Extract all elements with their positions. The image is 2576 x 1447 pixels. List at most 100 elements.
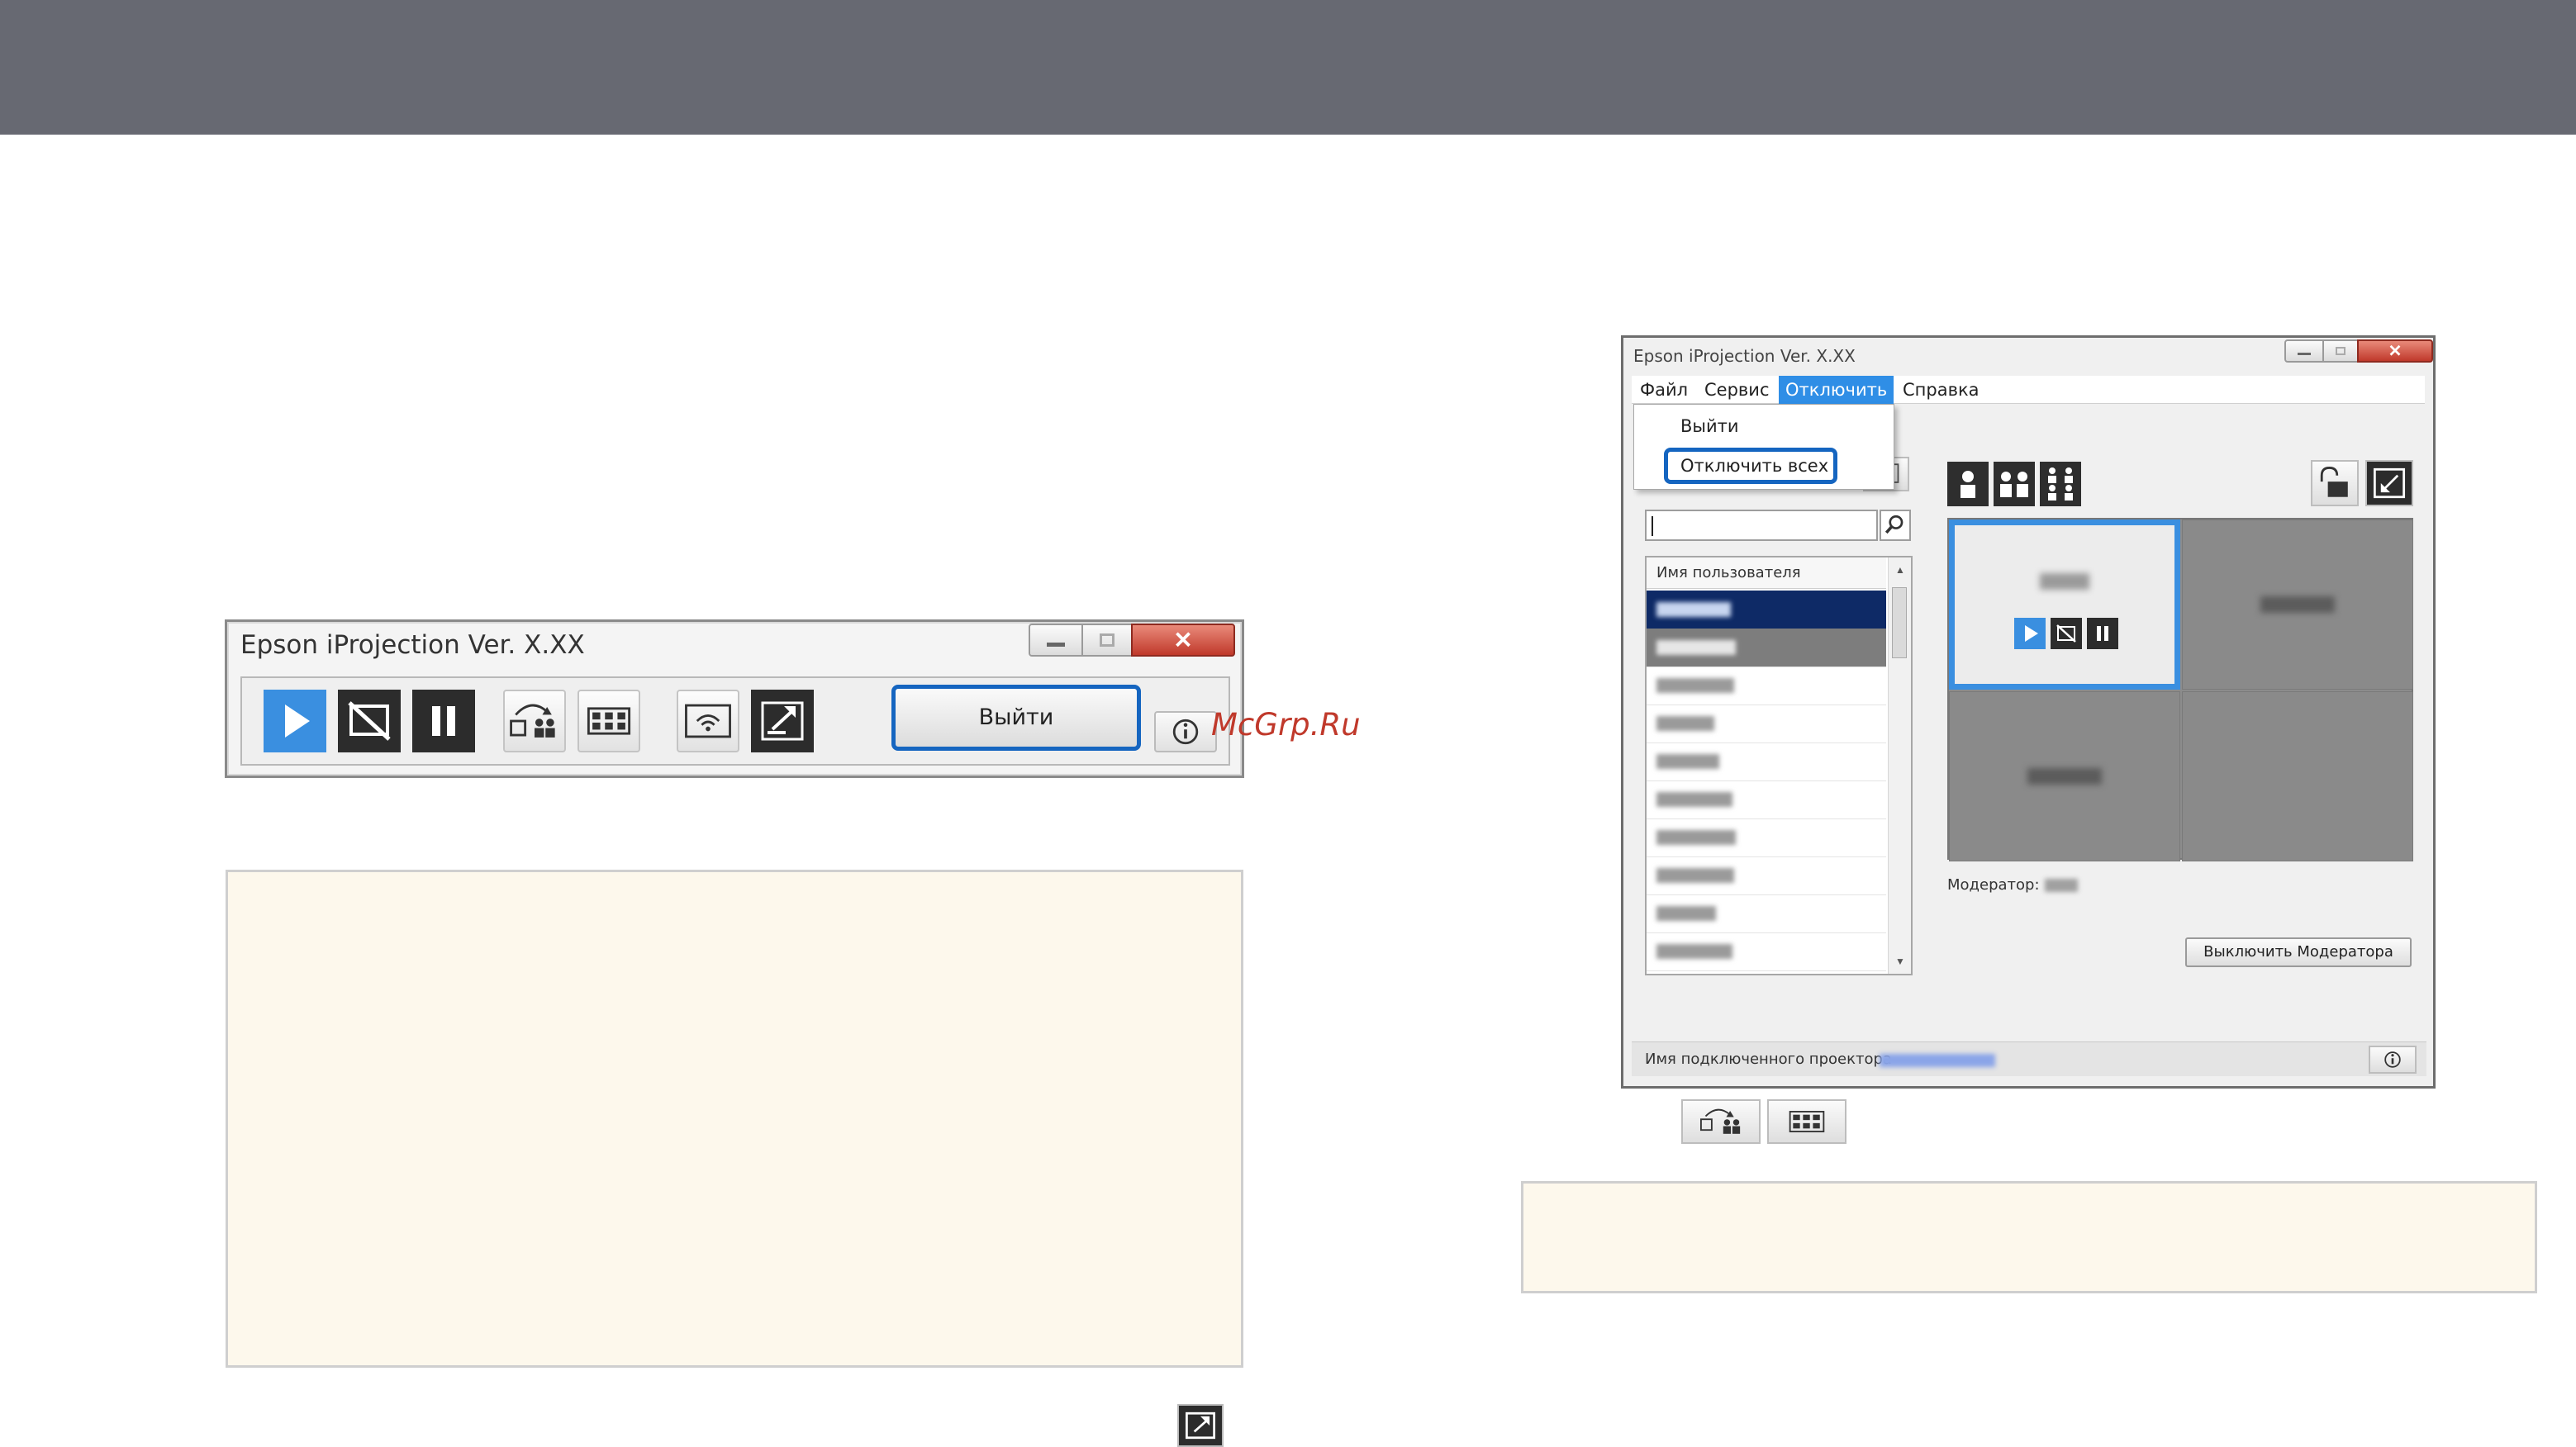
maximize-button[interactable] — [2322, 339, 2359, 363]
unlock-icon — [2320, 467, 2348, 497]
play-icon — [285, 705, 310, 738]
window-title: Epson iProjection Ver. X.XX — [1633, 346, 1856, 366]
expand-window-icon — [761, 701, 804, 741]
page-header-band — [0, 0, 2576, 135]
play-icon — [2025, 625, 2038, 642]
close-icon: ✕ — [1173, 627, 1193, 653]
switch-presenter-button[interactable] — [1681, 1099, 1761, 1144]
collapse-window-icon — [2373, 467, 2406, 499]
close-button[interactable]: ✕ — [1131, 624, 1235, 657]
info-icon — [1172, 719, 1199, 745]
status-bar: Имя подключенного проектора — [1632, 1041, 2426, 1076]
presenter-switch-icon — [510, 704, 555, 738]
thumbnail-view-button[interactable] — [1767, 1099, 1846, 1144]
switch-presenter-button[interactable] — [503, 690, 566, 752]
close-button[interactable]: ✕ — [2357, 339, 2433, 363]
projector-name-link[interactable] — [1880, 1054, 1995, 1067]
user-panel: Имя пользователя ▲ ▼ — [1645, 453, 1913, 1144]
switch-window-icon — [1177, 1404, 1224, 1447]
pause-button[interactable] — [412, 690, 475, 752]
toolbar: Выйти — [240, 676, 1230, 766]
projection-cell-2[interactable] — [2182, 519, 2413, 690]
note-box — [226, 870, 1243, 1368]
menu-file[interactable]: Файл — [1633, 376, 1694, 404]
info-button[interactable] — [1154, 711, 1217, 752]
pause-icon — [432, 706, 455, 736]
switch-window-button[interactable] — [751, 690, 814, 752]
projection-panel: Модератор: Выключить Модератора — [1947, 453, 2418, 982]
pause-icon — [2097, 626, 2108, 641]
presenter-switch-icon — [1700, 1108, 1741, 1134]
grid-icon — [587, 707, 631, 735]
play-button[interactable] — [264, 690, 326, 752]
list-item[interactable] — [1647, 856, 1886, 895]
minimize-icon — [1047, 643, 1065, 647]
window-title: Epson iProjection Ver. X.XX — [240, 630, 585, 660]
note-box-2 — [1521, 1181, 2537, 1293]
projection-cell-4[interactable] — [2182, 691, 2413, 861]
list-item[interactable] — [1647, 591, 1886, 629]
thumbnail-view-button[interactable] — [577, 690, 640, 752]
iprojection-toolbar-window: Epson iProjection Ver. X.XX ✕ Выйти — [225, 619, 1244, 778]
list-item[interactable] — [1647, 780, 1886, 819]
list-item[interactable] — [1647, 667, 1886, 705]
two-users-icon — [2000, 472, 2028, 497]
maximize-icon — [1100, 633, 1115, 647]
menu-item-disconnect-all[interactable]: Отключить всех — [1680, 456, 1828, 476]
moderator-name — [2044, 879, 2078, 892]
menu-help[interactable]: Справка — [1896, 376, 1986, 404]
lock-button[interactable] — [2311, 460, 2359, 506]
list-item[interactable] — [1647, 818, 1886, 857]
exit-button[interactable]: Выйти — [891, 685, 1141, 751]
switch-window-button[interactable] — [2365, 460, 2413, 506]
disable-moderator-button[interactable]: Выключить Модератора — [2185, 937, 2412, 967]
moderator-info: Модератор: — [1947, 876, 2078, 894]
user-name — [2260, 596, 2335, 613]
grid-icon — [1789, 1111, 1825, 1132]
search-icon — [1884, 515, 1903, 534]
minimize-button[interactable] — [1029, 624, 1083, 657]
no-display-icon — [348, 701, 391, 741]
projection-cell-1[interactable] — [1949, 519, 2180, 690]
menu-disconnect[interactable]: Отключить — [1779, 376, 1894, 404]
list-column-header: Имя пользователя — [1647, 557, 1886, 589]
maximize-button[interactable] — [1081, 624, 1133, 657]
list-item[interactable] — [1647, 742, 1886, 781]
pause-button[interactable] — [2087, 618, 2118, 649]
cell-controls — [2014, 618, 2122, 651]
search-button[interactable] — [1880, 510, 1911, 541]
stop-button[interactable] — [2051, 618, 2082, 649]
menu-service[interactable]: Сервис — [1698, 376, 1775, 404]
wireless-projector-icon — [685, 704, 731, 738]
user-list: Имя пользователя ▲ ▼ — [1645, 556, 1913, 975]
disconnect-dropdown-menu: Выйти Отключить всех — [1633, 404, 1894, 490]
minimize-button[interactable] — [2284, 339, 2324, 363]
single-user-icon — [1961, 471, 1975, 498]
scroll-up-icon: ▲ — [1895, 564, 1905, 576]
stop-button[interactable] — [338, 690, 401, 752]
search-input[interactable] — [1645, 510, 1878, 541]
projection-grid — [1947, 518, 2413, 861]
maximize-icon — [2336, 347, 2345, 355]
user-actions — [1681, 1099, 1929, 1146]
list-item[interactable] — [1647, 894, 1886, 933]
info-button[interactable] — [2369, 1046, 2417, 1074]
watermark: McGrp.Ru — [1211, 707, 1361, 742]
list-item[interactable] — [1647, 629, 1886, 667]
window-controls: ✕ — [1029, 624, 1235, 657]
list-item[interactable] — [1647, 705, 1886, 743]
play-button[interactable] — [2014, 618, 2046, 649]
menu-item-exit[interactable]: Выйти — [1680, 416, 1739, 436]
list-item[interactable] — [1647, 932, 1886, 971]
iprojection-main-window: Epson iProjection Ver. X.XX ✕ Файл Серви… — [1621, 335, 2436, 1144]
info-icon — [2384, 1051, 2401, 1068]
moderator-label: Модератор: — [1947, 876, 2040, 894]
projection-cell-3[interactable] — [1949, 691, 2180, 861]
minimize-icon — [2298, 353, 2311, 355]
scrollbar[interactable]: ▲ ▼ — [1888, 557, 1911, 974]
projector-control-button[interactable] — [677, 690, 739, 752]
layout-2-button[interactable] — [1994, 462, 2035, 506]
layout-4-button[interactable] — [2040, 462, 2081, 506]
layout-1-button[interactable] — [1947, 462, 1989, 506]
scroll-thumb[interactable] — [1892, 587, 1907, 658]
